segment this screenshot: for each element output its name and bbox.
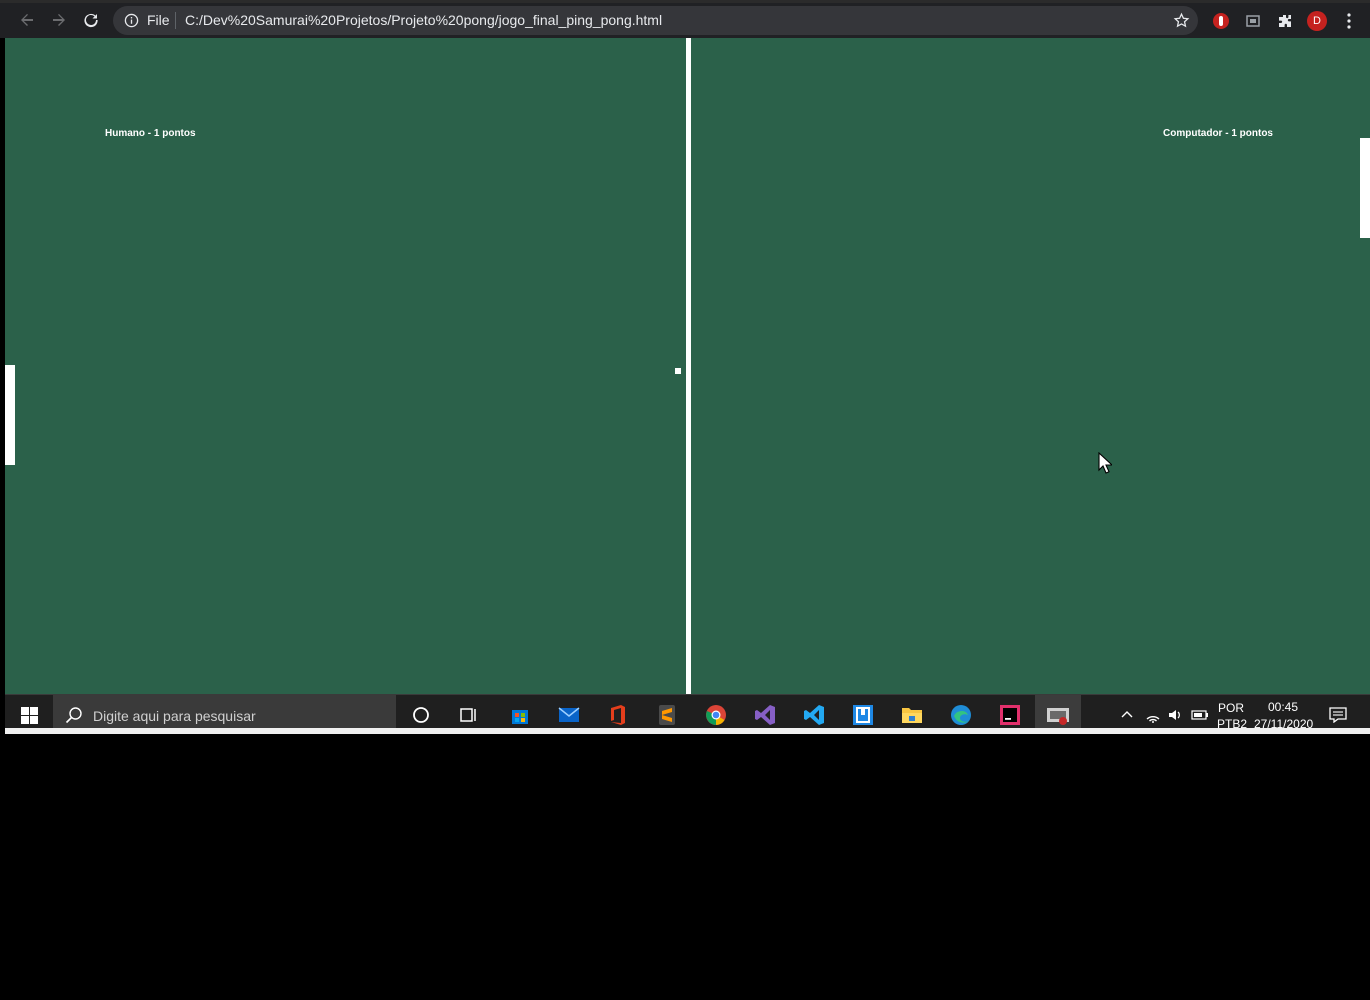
url-text[interactable]: C:/Dev%20Samurai%20Projetos/Projeto%20po…	[185, 13, 662, 28]
visual-studio-icon[interactable]	[753, 703, 777, 727]
computer-paddle	[1360, 138, 1370, 238]
task-view-icon[interactable]	[457, 703, 481, 727]
reload-icon[interactable]	[77, 6, 105, 34]
wifi-icon[interactable]	[1145, 707, 1161, 723]
bottom-overlay-strip	[5, 728, 1370, 734]
sublime-text-icon[interactable]	[655, 703, 679, 727]
volume-icon[interactable]	[1167, 707, 1183, 723]
mouse-cursor-icon	[1098, 452, 1112, 474]
search-icon	[65, 707, 82, 724]
chevron-up-icon[interactable]	[1121, 709, 1133, 719]
back-arrow-icon[interactable]	[13, 6, 41, 34]
intellij-icon[interactable]	[998, 703, 1022, 727]
edge-icon[interactable]	[949, 703, 973, 727]
chrome-icon[interactable]	[704, 703, 728, 727]
computer-score: Computador - 1 pontos	[1163, 128, 1273, 139]
clock-time[interactable]: 00:45	[1268, 700, 1298, 714]
browser-toolbar: File C:/Dev%20Samurai%20Projetos/Projeto…	[0, 0, 1370, 38]
address-separator	[175, 12, 176, 29]
office-icon[interactable]	[606, 703, 630, 727]
cortana-icon[interactable]	[409, 703, 433, 727]
screen-recorder-icon	[1047, 708, 1069, 725]
human-paddle[interactable]	[5, 365, 15, 465]
human-score: Humano - 1 pontos	[105, 128, 196, 139]
profile-avatar[interactable]: D	[1307, 11, 1327, 31]
notifications-icon[interactable]	[1329, 707, 1347, 723]
store-icon[interactable]	[508, 703, 532, 727]
file-explorer-icon[interactable]	[900, 703, 924, 727]
address-bar[interactable]: File C:/Dev%20Samurai%20Projetos/Projeto…	[113, 6, 1198, 35]
ball	[675, 368, 681, 374]
info-icon[interactable]	[123, 12, 139, 28]
battery-icon[interactable]	[1191, 709, 1209, 721]
puzzle-icon[interactable]	[1274, 10, 1296, 32]
bookmark-star-icon[interactable]	[1173, 12, 1190, 29]
menu-dots-icon[interactable]	[1346, 12, 1352, 30]
vscode-icon[interactable]	[802, 703, 826, 727]
language-indicator[interactable]: POR	[1218, 701, 1244, 715]
extension-hand-icon[interactable]	[1210, 10, 1232, 32]
pong-game-field[interactable]: Humano - 1 pontos Computador - 1 pontos	[5, 38, 1370, 694]
scheme-label: File	[147, 12, 170, 28]
mail-icon[interactable]	[557, 703, 581, 727]
search-placeholder: Digite aqui para pesquisar	[93, 708, 256, 724]
forward-arrow-icon[interactable]	[45, 6, 73, 34]
center-net	[686, 38, 691, 694]
extension-tab-icon[interactable]	[1242, 10, 1264, 32]
remote-desktop-icon[interactable]	[851, 703, 875, 727]
